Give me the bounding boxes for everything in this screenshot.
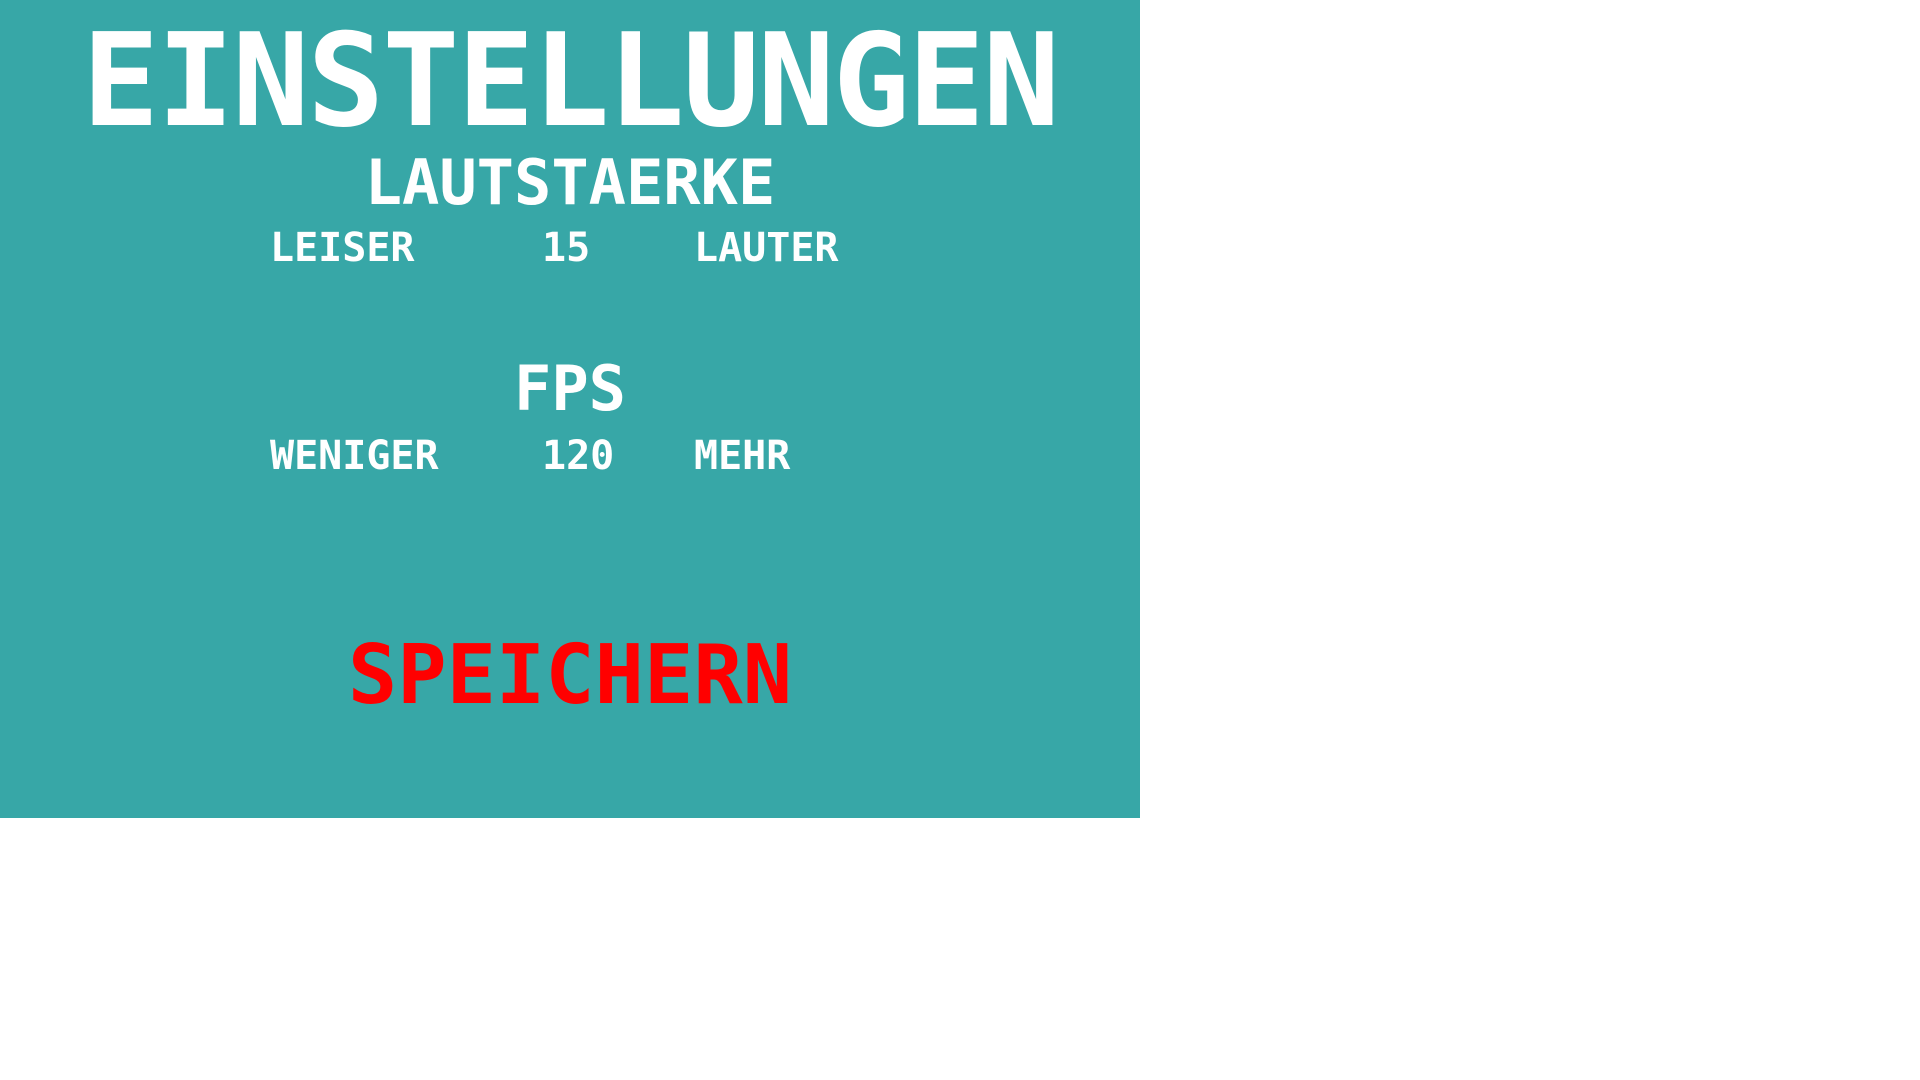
- volume-increase-button[interactable]: LAUTER: [694, 228, 839, 268]
- volume-value: 15: [542, 225, 591, 271]
- fps-value: 120: [542, 433, 615, 479]
- volume-decrease-button[interactable]: LEISER: [270, 228, 415, 268]
- settings-title: EINSTELLUNGEN: [82, 7, 1060, 156]
- fps-decrease-button[interactable]: WENIGER: [270, 436, 439, 476]
- save-button[interactable]: SPEICHERN: [0, 635, 1140, 717]
- settings-screen: EINSTELLUNGEN LAUTSTAERKE LEISER 15 LAUT…: [0, 0, 1140, 818]
- volume-heading: LAUTSTAERKE: [364, 146, 776, 219]
- fps-heading: FPS: [514, 352, 626, 425]
- fps-increase-button[interactable]: MEHR: [694, 436, 790, 476]
